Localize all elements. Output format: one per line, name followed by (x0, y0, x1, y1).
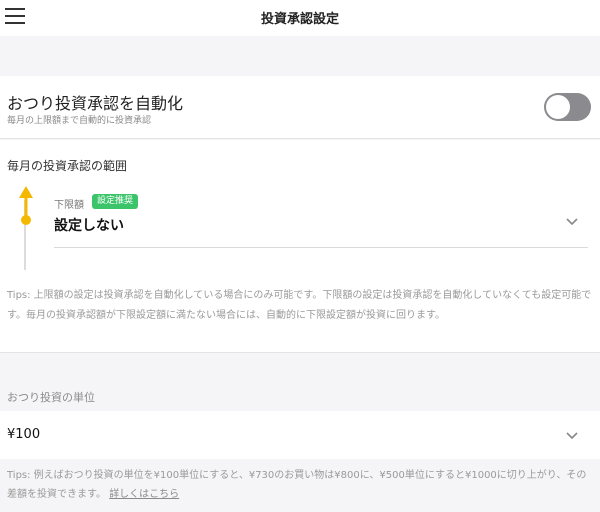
chevron-down-icon (566, 432, 578, 440)
unit-tips-text: Tips: 例えばおつり投資の単位を¥100単位にすると、¥730のお買い物は¥… (7, 470, 587, 500)
lower-limit-select[interactable]: 設定しない (54, 210, 588, 248)
auto-approval-toggle[interactable] (544, 93, 591, 121)
unit-select[interactable]: ¥100 (0, 411, 600, 459)
page-title: 投資承認設定 (260, 12, 339, 27)
lower-limit-value: 設定しない (54, 218, 124, 234)
range-tips-text: Tips: 上限額の設定は投資承認を自動化している場合にのみ可能です。下限額の設… (7, 290, 592, 321)
toggle-knob (546, 95, 570, 119)
unit-value: ¥100 (7, 427, 41, 442)
header-bar: 投資承認設定 (0, 0, 600, 36)
unit-section-label: おつり投資の単位 (7, 391, 95, 404)
range-section-title: 毎月の投資承認の範囲 (7, 159, 128, 173)
recommended-badge: 設定推奨 (92, 194, 139, 209)
learn-more-link[interactable]: 詳しくはこちら (109, 489, 179, 500)
spacer-band (0, 36, 600, 76)
chevron-down-icon (566, 218, 578, 226)
auto-approval-title: おつり投資承認を自動化 (7, 94, 184, 113)
approval-range-section: 毎月の投資承認の範囲 下限額 設定推奨 設定しない Tips: 上限額の設定は投… (0, 140, 600, 353)
arrow-up-icon (19, 186, 33, 225)
unit-tips: Tips: 例えばおつり投資の単位を¥100単位にすると、¥730のお買い物は¥… (7, 466, 593, 504)
auto-approval-subtitle: 毎月の上限額まで自動的に投資承認 (7, 116, 152, 126)
auto-approval-row: おつり投資承認を自動化 毎月の上限額まで自動的に投資承認 (0, 76, 600, 139)
lower-limit-label: 下限額 (54, 200, 84, 211)
